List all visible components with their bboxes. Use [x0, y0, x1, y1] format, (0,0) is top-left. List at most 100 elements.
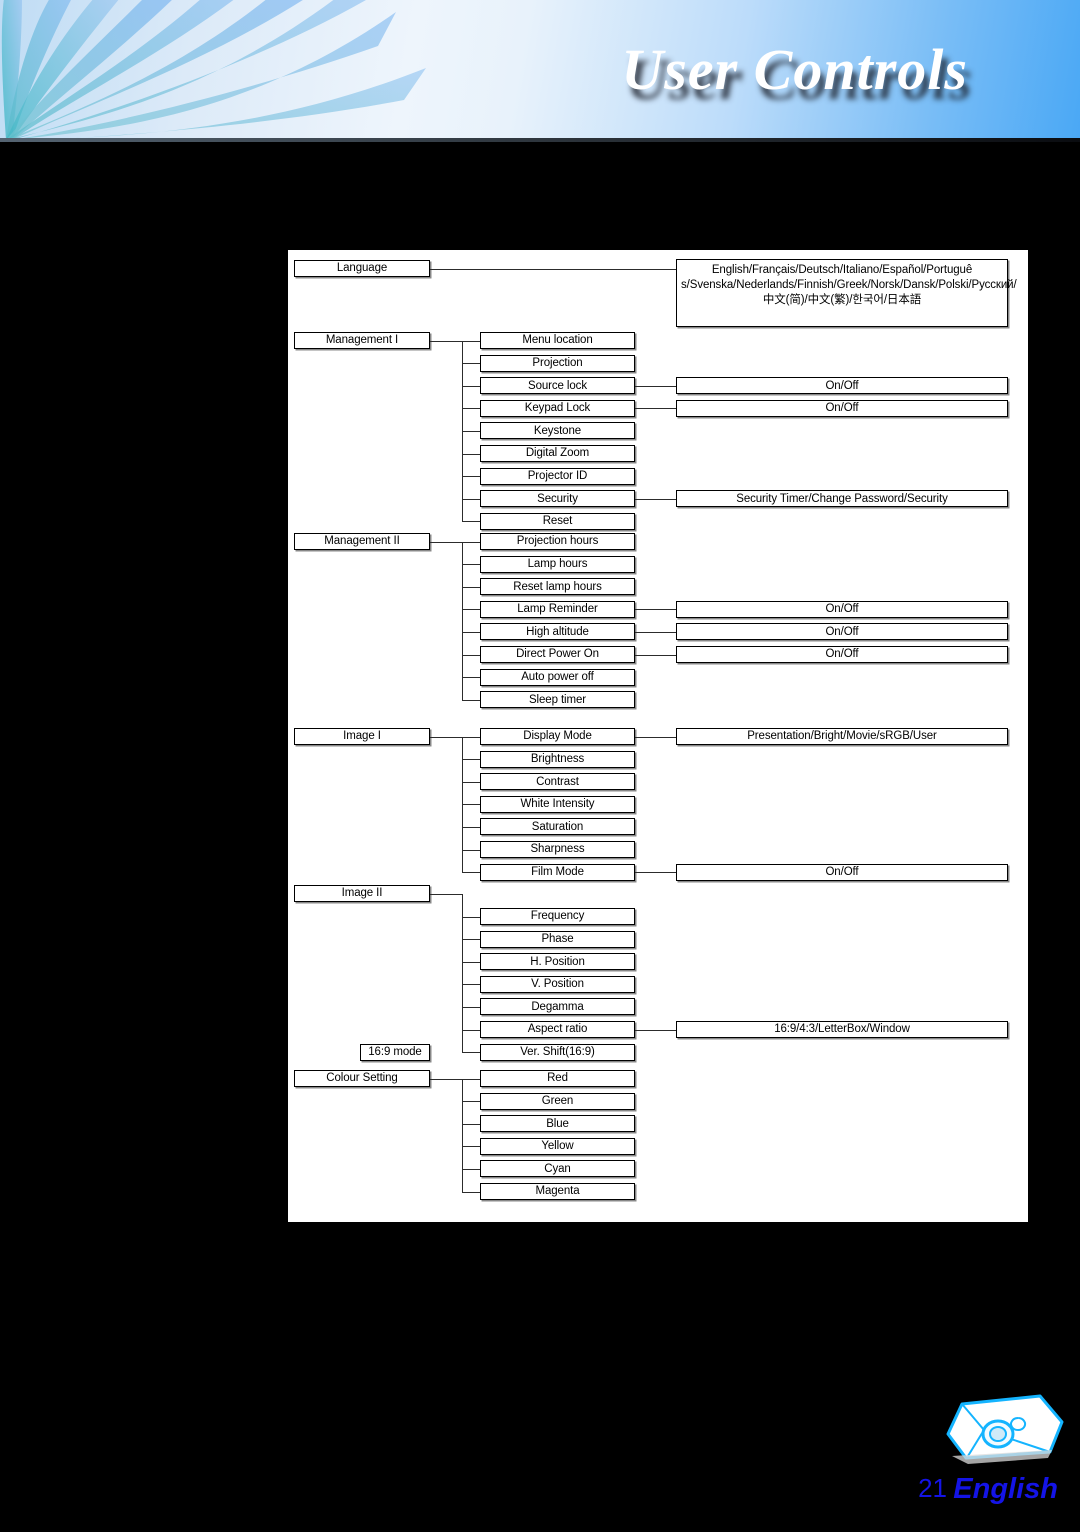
tree-child-box: Source lock	[480, 377, 635, 395]
tree-child-box: Projection hours	[480, 533, 635, 550]
tree-parent-box: Management II	[294, 533, 430, 550]
connector-line	[462, 961, 480, 963]
connector-line	[462, 916, 480, 918]
connector-line	[462, 872, 480, 874]
connector-line	[635, 654, 676, 656]
connector-line	[462, 430, 480, 432]
tree-options-box: 16:9/4:3/LetterBox/Window	[676, 1021, 1008, 1038]
tree-options-box: On/Off	[676, 623, 1008, 641]
connector-line	[430, 893, 462, 895]
connector-line	[635, 631, 676, 633]
tree-child-box: Red	[480, 1070, 635, 1087]
page-title: User Controls	[621, 37, 968, 102]
connector-line	[462, 699, 480, 701]
connector-line	[462, 677, 480, 679]
connector-line	[430, 340, 462, 342]
tree-parent-box: Language	[294, 260, 430, 277]
tree-parent-box: Colour Setting	[294, 1070, 430, 1087]
connector-line	[635, 736, 676, 738]
connector-line	[462, 759, 480, 761]
tree-options-box: On/Off	[676, 399, 1008, 417]
tree-options-box: On/Off	[676, 863, 1008, 881]
tree-child-box: Sleep timer	[480, 691, 635, 709]
tree-child-box: Projection	[480, 354, 635, 372]
tree-child-box: Direct Power On	[480, 646, 635, 663]
connector-line	[462, 1078, 463, 1192]
connector-line	[635, 498, 676, 500]
tree-options-box: Security Timer/Change Password/Security	[676, 490, 1008, 508]
tree-options-box: On/Off	[676, 600, 1008, 618]
tree-child-box: Cyan	[480, 1160, 635, 1178]
tree-options-box: On/Off	[676, 646, 1008, 663]
tree-parent-box: Image I	[294, 728, 430, 745]
connector-line	[462, 476, 480, 478]
tree-options-box: On/Off	[676, 377, 1008, 395]
footer-language-label: English	[953, 1473, 1058, 1505]
connector-line	[462, 609, 480, 611]
tree-child-box: High altitude	[480, 623, 635, 641]
decorative-fan-graphic	[1, 0, 426, 140]
banner-bottom-edge	[0, 138, 1080, 142]
connector-line	[430, 268, 676, 270]
tree-child-box: H. Position	[480, 953, 635, 971]
tree-child-box: Menu location	[480, 332, 635, 349]
tree-options-box: English/Français/Deutsch/Italiano/Españo…	[676, 259, 1017, 327]
page-number: 21	[918, 1473, 947, 1503]
connector-line	[462, 1029, 480, 1031]
connector-line	[635, 609, 676, 611]
connector-line	[430, 1078, 462, 1080]
tree-child-box: Lamp Reminder	[480, 600, 635, 618]
connector-line	[462, 984, 480, 986]
connector-line	[635, 872, 676, 874]
tree-parent-box: Management I	[294, 332, 430, 349]
connector-line	[462, 804, 480, 806]
projector-icon	[946, 1394, 1064, 1464]
page-footer: 21 English	[0, 1382, 1080, 1532]
tree-child-box: Digital Zoom	[480, 445, 635, 462]
tree-child-box: V. Position	[480, 975, 635, 993]
tree-child-box: Keystone	[480, 422, 635, 440]
tree-child-box: Phase	[480, 930, 635, 948]
connector-line	[462, 1006, 480, 1008]
connector-line	[462, 453, 480, 455]
tree-child-box: Reset	[480, 512, 635, 530]
tree-child-box: Sharpness	[480, 841, 635, 858]
connector-line	[430, 541, 462, 543]
tree-parent-box: Image II	[294, 885, 430, 902]
page-header-banner: User Controls	[0, 0, 1080, 140]
connector-line	[462, 340, 480, 342]
connector-line	[635, 408, 676, 410]
connector-line	[462, 408, 480, 410]
tree-child-box: Brightness	[480, 750, 635, 768]
connector-line	[462, 1168, 480, 1170]
connector-line	[462, 631, 480, 633]
tree-child-box: Yellow	[480, 1137, 635, 1155]
tree-child-box: Frequency	[480, 908, 635, 925]
connector-line	[462, 654, 480, 656]
connector-line	[462, 849, 480, 851]
tree-options-box: Presentation/Bright/Movie/sRGB/User	[676, 728, 1008, 745]
tree-child-box: Contrast	[480, 773, 635, 791]
tree-child-box: Lamp hours	[480, 555, 635, 573]
tree-child-box: Display Mode	[480, 728, 635, 745]
connector-line	[462, 385, 480, 387]
connector-line	[462, 1052, 480, 1054]
connector-line	[462, 1078, 480, 1080]
tree-child-box: Keypad Lock	[480, 399, 635, 417]
connector-line	[462, 1101, 480, 1103]
tree-child-box: Auto power off	[480, 668, 635, 686]
connector-line	[462, 498, 480, 500]
tree-child-box: Film Mode	[480, 863, 635, 881]
tree-child-box: Green	[480, 1092, 635, 1110]
tree-child-box: Security	[480, 490, 635, 508]
tree-child-box: Ver. Shift(16:9)	[480, 1043, 635, 1061]
connector-line	[462, 586, 480, 588]
connector-line	[462, 541, 463, 700]
connector-line	[462, 939, 480, 941]
tree-note-box: 16:9 mode	[360, 1043, 430, 1061]
connector-line	[430, 736, 462, 738]
tree-child-box: Saturation	[480, 818, 635, 836]
tree-child-box: Aspect ratio	[480, 1021, 635, 1038]
tree-child-box: Projector ID	[480, 467, 635, 485]
tree-child-box: Magenta	[480, 1183, 635, 1200]
